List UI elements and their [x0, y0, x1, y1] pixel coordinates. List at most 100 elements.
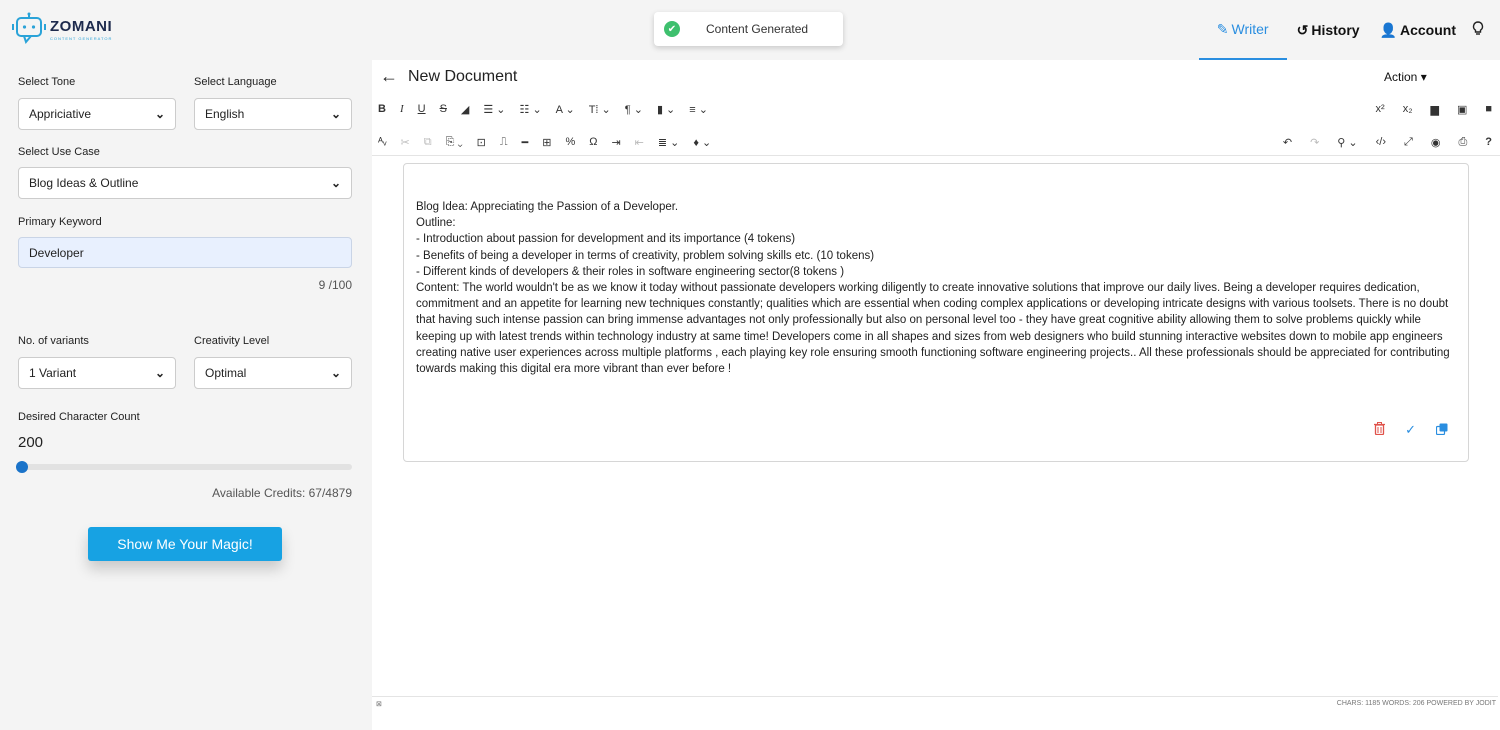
- caret-down-icon: ▾: [1420, 70, 1427, 84]
- variants-select[interactable]: 1 Variant ⌄: [18, 357, 176, 389]
- tone-value: Appriciative: [29, 107, 92, 121]
- brush-icon[interactable]: ♦ ⌄: [693, 136, 711, 149]
- nav-writer-label: Writer: [1231, 21, 1269, 37]
- chevron-down-icon: ⌄: [154, 366, 165, 380]
- user-icon: 👤: [1379, 21, 1397, 38]
- check-circle-icon: ✔: [664, 21, 680, 37]
- color-fill-icon[interactable]: ▮ ⌄: [657, 103, 675, 116]
- keyword-label: Primary Keyword: [18, 216, 102, 228]
- search-icon[interactable]: ⚲ ⌄: [1337, 136, 1357, 149]
- language-value: English: [205, 107, 245, 121]
- toolbar-divider: [372, 155, 1500, 156]
- horizontal-line-icon[interactable]: ━: [522, 136, 529, 149]
- bold-icon[interactable]: B: [378, 103, 386, 115]
- editor-status-bar: ⊠ CHARS: 1185 WORDS: 206 POWERED BY JODI…: [372, 696, 1498, 710]
- creativity-label: Creativity Level: [194, 335, 270, 347]
- source-code-icon[interactable]: ‹/›: [1376, 136, 1386, 148]
- creativity-select[interactable]: Optimal ⌄: [194, 357, 352, 389]
- content-line: Blog Idea: Appreciating the Passion of a…: [416, 201, 679, 213]
- help-icon[interactable]: ?: [1485, 136, 1492, 148]
- slider-handle[interactable]: [16, 461, 28, 473]
- generated-content-card: Blog Idea: Appreciating the Passion of a…: [403, 163, 1469, 462]
- delete-icon[interactable]: [1374, 422, 1386, 438]
- spellcheck-icon[interactable]: ᴬᵥ: [378, 136, 387, 148]
- creativity-value: Optimal: [205, 366, 247, 380]
- tone-label: Select Tone: [18, 76, 76, 88]
- variants-label: No. of variants: [18, 335, 89, 347]
- paste-icon[interactable]: ⎘ ⌄: [446, 136, 463, 149]
- copy-icon[interactable]: ⧉: [424, 136, 432, 149]
- char-count-slider[interactable]: [16, 461, 352, 473]
- video-icon[interactable]: ■: [1485, 103, 1492, 115]
- chevron-down-icon: ⌄: [154, 107, 165, 121]
- tone-select[interactable]: Appriciative ⌄: [18, 98, 176, 130]
- italic-icon[interactable]: I: [400, 103, 404, 115]
- image-icon[interactable]: ▣: [1457, 103, 1467, 116]
- settings-sidebar: Select Tone Select Language Appriciative…: [0, 60, 372, 730]
- bullet-list-icon[interactable]: ☰ ⌄: [483, 103, 505, 116]
- superscript-icon[interactable]: x²: [1376, 103, 1385, 115]
- language-label: Select Language: [194, 76, 277, 88]
- preview-eye-icon[interactable]: ◉: [1431, 136, 1441, 149]
- document-title[interactable]: New Document: [408, 68, 517, 86]
- brand-name: ZOMANI: [50, 18, 113, 35]
- symbol-icon[interactable]: Ω: [589, 136, 597, 148]
- copy-icon[interactable]: [1435, 423, 1448, 438]
- paragraph-icon[interactable]: ¶ ⌄: [625, 103, 643, 116]
- action-dropdown[interactable]: Action ▾: [1384, 70, 1427, 84]
- checkmark-icon[interactable]: ✓: [1405, 422, 1416, 438]
- chevron-down-icon: ⌄: [330, 176, 341, 190]
- outdent-icon[interactable]: ⇤: [635, 136, 644, 149]
- select-all-icon[interactable]: ⊡: [477, 136, 486, 149]
- print-icon[interactable]: ⎙: [1458, 136, 1467, 149]
- content-line: - Different kinds of developers & their …: [416, 265, 845, 278]
- use-case-label: Select Use Case: [18, 146, 100, 158]
- indent-icon[interactable]: ⇥: [611, 136, 620, 149]
- nav-history-label: History: [1311, 22, 1360, 38]
- char-count-value: 200: [18, 434, 44, 451]
- nav-history[interactable]: ↺ History: [1287, 0, 1370, 60]
- use-case-value: Blog Ideas & Outline: [29, 176, 139, 190]
- numbered-list-icon[interactable]: ☷ ⌄: [520, 103, 542, 116]
- app-header: ZOMANI CONTENT GENERATOR ✔ Content Gener…: [0, 0, 1500, 60]
- redo-icon[interactable]: ↷: [1310, 136, 1319, 149]
- chevron-down-icon: ⌄: [330, 366, 341, 380]
- brand-logo[interactable]: ZOMANI CONTENT GENERATOR: [12, 12, 112, 46]
- table-icon[interactable]: ⊞: [542, 136, 551, 149]
- top-nav: ✎ Writer ↺ History 👤 Account: [1198, 0, 1490, 60]
- content-actions: ✓: [1354, 422, 1448, 438]
- generate-button[interactable]: Show Me Your Magic!: [88, 527, 282, 561]
- brand-tagline: CONTENT GENERATOR: [50, 36, 113, 41]
- language-select[interactable]: English ⌄: [194, 98, 352, 130]
- editor-content[interactable]: Blog Idea: Appreciating the Passion of a…: [416, 199, 1461, 377]
- resize-handle-icon[interactable]: ⊠: [376, 700, 382, 708]
- edit-icon: ✎: [1216, 20, 1229, 37]
- eraser-icon[interactable]: ◢: [461, 103, 469, 116]
- link-icon[interactable]: %: [565, 136, 575, 148]
- copy-format-icon[interactable]: ⎍: [500, 136, 508, 149]
- action-label: Action: [1384, 70, 1418, 84]
- cut-icon[interactable]: ✂: [401, 136, 410, 149]
- align-icon[interactable]: ≡ ⌄: [689, 103, 708, 116]
- undo-icon[interactable]: ↶: [1283, 136, 1292, 149]
- content-paragraph: Content: The world wouldn't be as we kno…: [416, 282, 1450, 376]
- fullscreen-icon[interactable]: ⤢: [1404, 136, 1413, 149]
- keyword-counter: 9 /100: [318, 278, 352, 292]
- editor-toolbar-row-1: B I U S ◢ ☰ ⌄ ☷ ⌄ A ⌄ T⁞ ⌄ ¶ ⌄ ▮ ⌄ ≡ ⌄ x…: [378, 99, 1498, 119]
- file-icon[interactable]: ▆: [1430, 103, 1438, 116]
- use-case-select[interactable]: Blog Ideas & Outline ⌄: [18, 167, 352, 199]
- lightbulb-icon[interactable]: [1466, 20, 1490, 40]
- nav-writer[interactable]: ✎ Writer: [1198, 0, 1287, 60]
- keyword-input[interactable]: Developer: [18, 237, 352, 268]
- underline-icon[interactable]: U: [418, 103, 426, 115]
- document-header: ← New Document: [380, 66, 517, 87]
- subscript-icon[interactable]: x₂: [1403, 103, 1413, 115]
- nav-account[interactable]: 👤 Account: [1370, 0, 1466, 60]
- editor-stats: CHARS: 1185 WORDS: 206 POWERED BY JODIT: [1336, 700, 1496, 707]
- strikethrough-icon[interactable]: S: [440, 103, 447, 115]
- align-left-icon[interactable]: ≣ ⌄: [658, 136, 680, 149]
- back-arrow-icon[interactable]: ←: [380, 66, 398, 87]
- font-size-icon[interactable]: T⁞ ⌄: [589, 103, 611, 116]
- font-icon[interactable]: A ⌄: [556, 103, 575, 116]
- editor-toolbar-row-2: ᴬᵥ ✂ ⧉ ⎘ ⌄ ⊡ ⎍ ━ ⊞ % Ω ⇥ ⇤ ≣ ⌄ ♦ ⌄ ↶ ↷ ⚲…: [378, 132, 1498, 152]
